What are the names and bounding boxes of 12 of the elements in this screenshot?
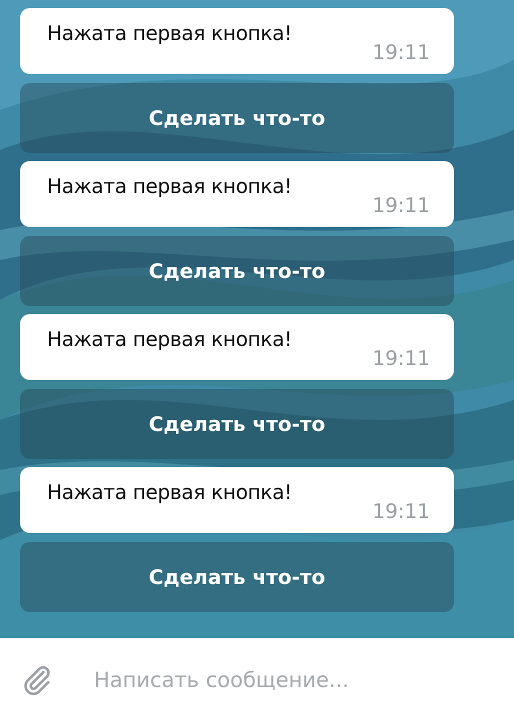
message-text: Нажата первая кнопка! <box>47 327 292 351</box>
inline-button[interactable]: Сделать что-то <box>20 83 454 153</box>
inline-button[interactable]: Сделать что-то <box>20 389 454 459</box>
message-text: Нажата первая кнопка! <box>47 21 292 45</box>
inline-button[interactable]: Сделать что-то <box>20 236 454 306</box>
message-time: 19:11 <box>372 346 430 370</box>
inline-button[interactable]: Сделать что-то <box>20 542 454 612</box>
message-text: Нажата первая кнопка! <box>47 480 292 504</box>
message-text: Нажата первая кнопка! <box>47 174 292 198</box>
message-time: 19:11 <box>372 193 430 217</box>
message-time: 19:11 <box>372 499 430 523</box>
message-time: 19:11 <box>372 40 430 64</box>
